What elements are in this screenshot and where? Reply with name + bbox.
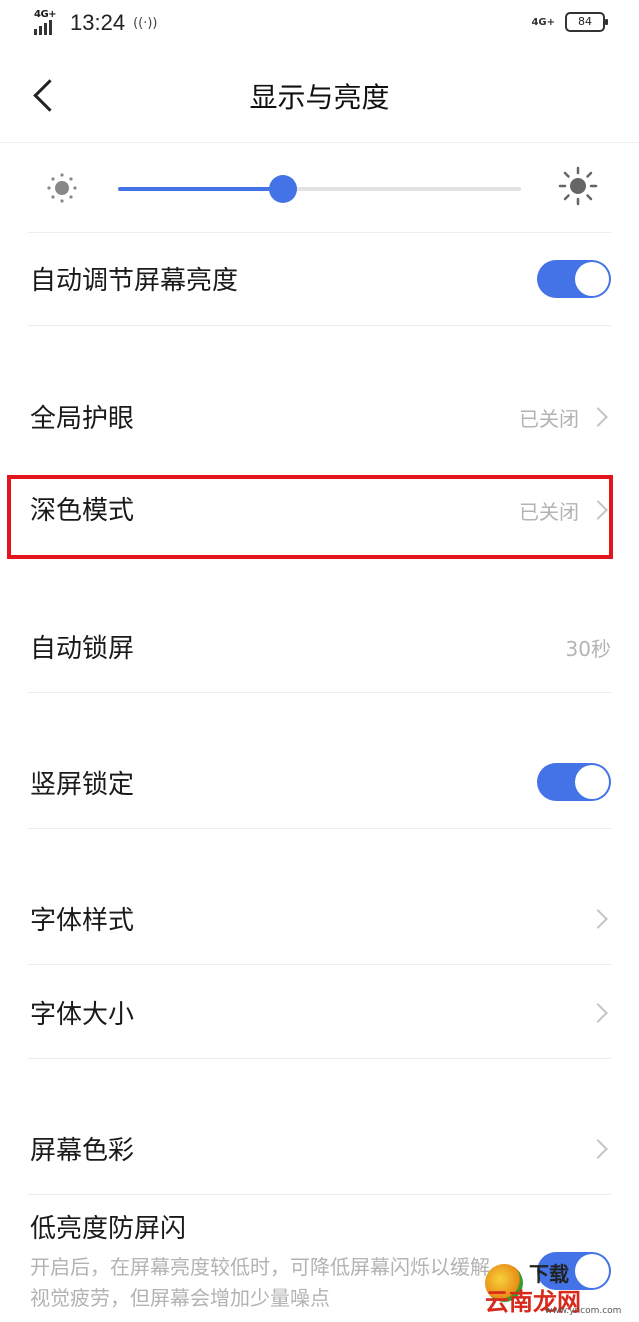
status-time: 13:24	[70, 10, 126, 35]
highlight-box	[7, 475, 613, 559]
sun-large-icon	[558, 166, 598, 206]
setting-auto-brightness[interactable]: 自动调节屏幕亮度	[0, 232, 639, 325]
setting-font-size[interactable]: 字体大小	[0, 966, 639, 1058]
portrait-lock-toggle[interactable]	[537, 763, 611, 801]
app-header: 显示与亮度	[0, 50, 639, 143]
battery-level: 84	[578, 15, 592, 28]
setting-label: 字体大小	[30, 1000, 135, 1030]
sun-small-icon	[47, 173, 77, 203]
divider	[28, 692, 611, 693]
setting-eye-care[interactable]: 全局护眼 已关闭	[0, 370, 639, 462]
chevron-right-icon	[588, 1003, 608, 1023]
setting-label: 全局护眼	[30, 404, 135, 434]
brightness-slider-row	[0, 142, 639, 232]
watermark-logo: 下载 云南龙网 www.yncom.com	[485, 1258, 625, 1318]
chevron-right-icon	[588, 909, 608, 929]
brightness-slider[interactable]	[118, 175, 521, 203]
brightness-slider-thumb[interactable]	[269, 175, 298, 203]
setting-font-style[interactable]: 字体样式	[0, 872, 639, 964]
setting-screen-color[interactable]: 屏幕色彩	[0, 1102, 639, 1194]
setting-label: 竖屏锁定	[30, 770, 135, 800]
watermark-url: www.yncom.com	[545, 1306, 622, 1316]
divider	[28, 1058, 611, 1059]
setting-label: 低亮度防屏闪	[30, 1214, 187, 1244]
signal-icon: 4G+	[34, 9, 62, 35]
network-type-left: 4G+	[34, 9, 57, 20]
setting-label: 自动锁屏	[30, 634, 135, 664]
battery-icon: 84	[565, 12, 608, 32]
status-bar: 4G+ 13:24 ((‧)) 4G+ 84	[0, 0, 639, 50]
chevron-right-icon	[588, 1139, 608, 1159]
brightness-slider-fill	[118, 187, 284, 191]
setting-description: 开启后，在屏幕亮度较低时，可降低屏幕闪烁以缓解视觉疲劳，但屏幕会增加少量噪点	[30, 1255, 490, 1310]
chevron-right-icon	[588, 407, 608, 427]
divider	[28, 964, 611, 965]
divider	[28, 828, 611, 829]
divider	[28, 1194, 611, 1195]
network-type-right: 4G+	[531, 16, 555, 28]
status-right: 4G+ 84	[531, 12, 608, 32]
setting-value: 已关闭	[519, 407, 579, 431]
page-title: 显示与亮度	[249, 81, 390, 114]
setting-label: 字体样式	[30, 906, 135, 936]
vibrate-icon: ((‧))	[133, 15, 158, 31]
setting-label: 自动调节屏幕亮度	[30, 266, 239, 296]
setting-auto-lock[interactable]: 自动锁屏 30秒	[0, 600, 639, 692]
setting-portrait-lock[interactable]: 竖屏锁定	[0, 736, 639, 828]
setting-label: 屏幕色彩	[30, 1136, 135, 1166]
divider	[28, 325, 611, 326]
setting-value: 30秒	[565, 637, 611, 661]
status-left: 4G+ 13:24 ((‧))	[34, 9, 158, 36]
auto-brightness-toggle[interactable]	[537, 260, 611, 298]
